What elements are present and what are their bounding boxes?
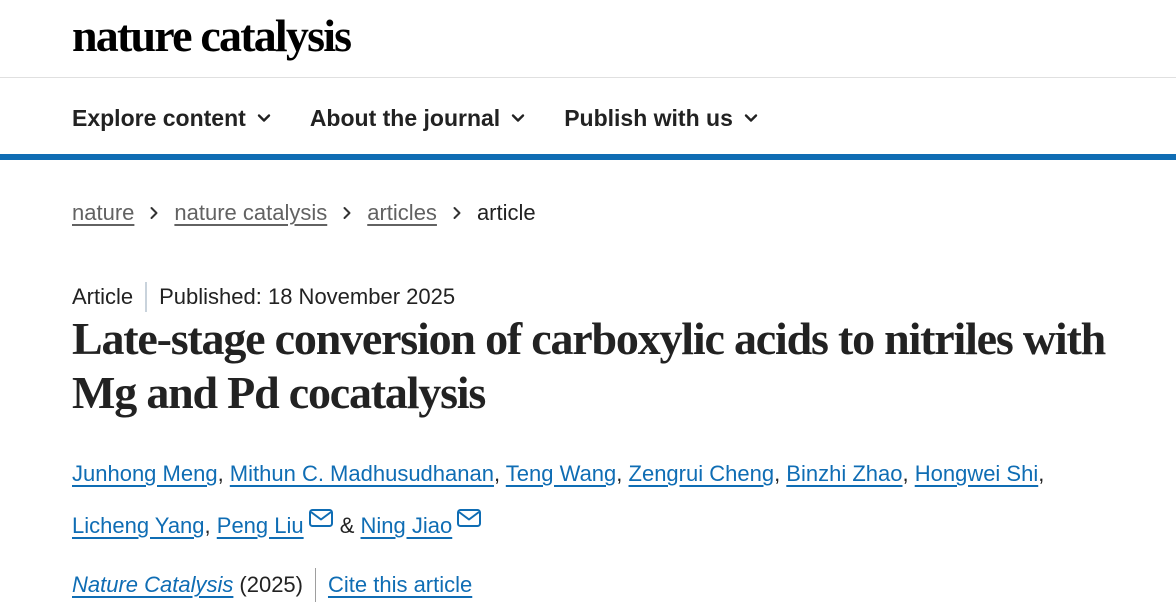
chevron-down-icon xyxy=(510,110,526,126)
breadcrumb-articles[interactable]: articles xyxy=(367,198,437,228)
journal-logo[interactable]: nature catalysis xyxy=(72,8,352,64)
publication-year: (2025) xyxy=(239,572,303,597)
author-link[interactable]: Binzhi Zhao xyxy=(786,461,902,486)
nav-item-label: About the journal xyxy=(309,105,501,131)
author-list: Junhong Meng, Mithun C. Madhusudhanan, T… xyxy=(72,450,1152,550)
journal-link[interactable]: Nature Catalysis xyxy=(72,568,233,602)
published-date: Published: 18 November 2025 xyxy=(159,284,456,309)
envelope-icon[interactable] xyxy=(308,498,334,527)
breadcrumb: nature nature catalysis articles article xyxy=(72,198,536,228)
author-separator: , xyxy=(217,461,230,486)
envelope-icon[interactable] xyxy=(456,498,482,527)
nav-publish-with-us[interactable]: Publish with us xyxy=(564,102,759,134)
article-title: Late-stage conversion of carboxylic acid… xyxy=(72,313,1106,418)
citation-divider xyxy=(314,568,316,602)
chevron-down-icon xyxy=(256,110,272,126)
chevron-down-icon xyxy=(743,110,759,126)
breadcrumb-current: article xyxy=(476,200,536,225)
author-link[interactable]: Mithun C. Madhusudhanan xyxy=(230,461,494,486)
article-type: Article xyxy=(72,284,134,309)
breadcrumb-nature-catalysis[interactable]: nature catalysis xyxy=(174,198,327,228)
nav-item-label: Publish with us xyxy=(564,105,733,131)
author-link[interactable]: Zengrui Cheng xyxy=(629,461,775,486)
nav-about-journal[interactable]: About the journal xyxy=(310,102,526,134)
article-meta: Article Published: 18 November 2025 xyxy=(72,282,455,312)
chevron-right-icon xyxy=(341,206,353,220)
nav-item-label: Explore content xyxy=(72,105,246,131)
main-nav: Explore content About the journal Publis… xyxy=(0,78,1176,160)
breadcrumb-nature[interactable]: nature xyxy=(72,198,134,228)
meta-divider xyxy=(145,282,148,312)
author-separator: , xyxy=(774,461,787,486)
nav-list: Explore content About the journal Publis… xyxy=(72,102,797,134)
chevron-right-icon xyxy=(148,206,160,220)
author-link[interactable]: Ning Jiao xyxy=(361,513,453,538)
author-link[interactable]: Junhong Meng xyxy=(72,461,218,486)
author-link[interactable]: Licheng Yang xyxy=(72,513,205,538)
author-separator: , xyxy=(493,461,506,486)
author-link[interactable]: Hongwei Shi xyxy=(915,461,1039,486)
author-separator: , xyxy=(616,461,629,486)
masthead: nature catalysis xyxy=(0,0,1176,78)
chevron-right-icon xyxy=(451,206,463,220)
nav-explore-content[interactable]: Explore content xyxy=(72,102,272,134)
author-separator: , xyxy=(204,513,217,538)
author-last-join: & xyxy=(333,513,361,538)
author-link[interactable]: Teng Wang xyxy=(506,461,616,486)
author-link[interactable]: Peng Liu xyxy=(217,513,304,538)
cite-this-article-link[interactable]: Cite this article xyxy=(328,568,472,602)
author-separator: , xyxy=(902,461,915,486)
citation-line: Nature Catalysis (2025) Cite this articl… xyxy=(72,568,472,602)
author-separator: , xyxy=(1038,461,1045,486)
